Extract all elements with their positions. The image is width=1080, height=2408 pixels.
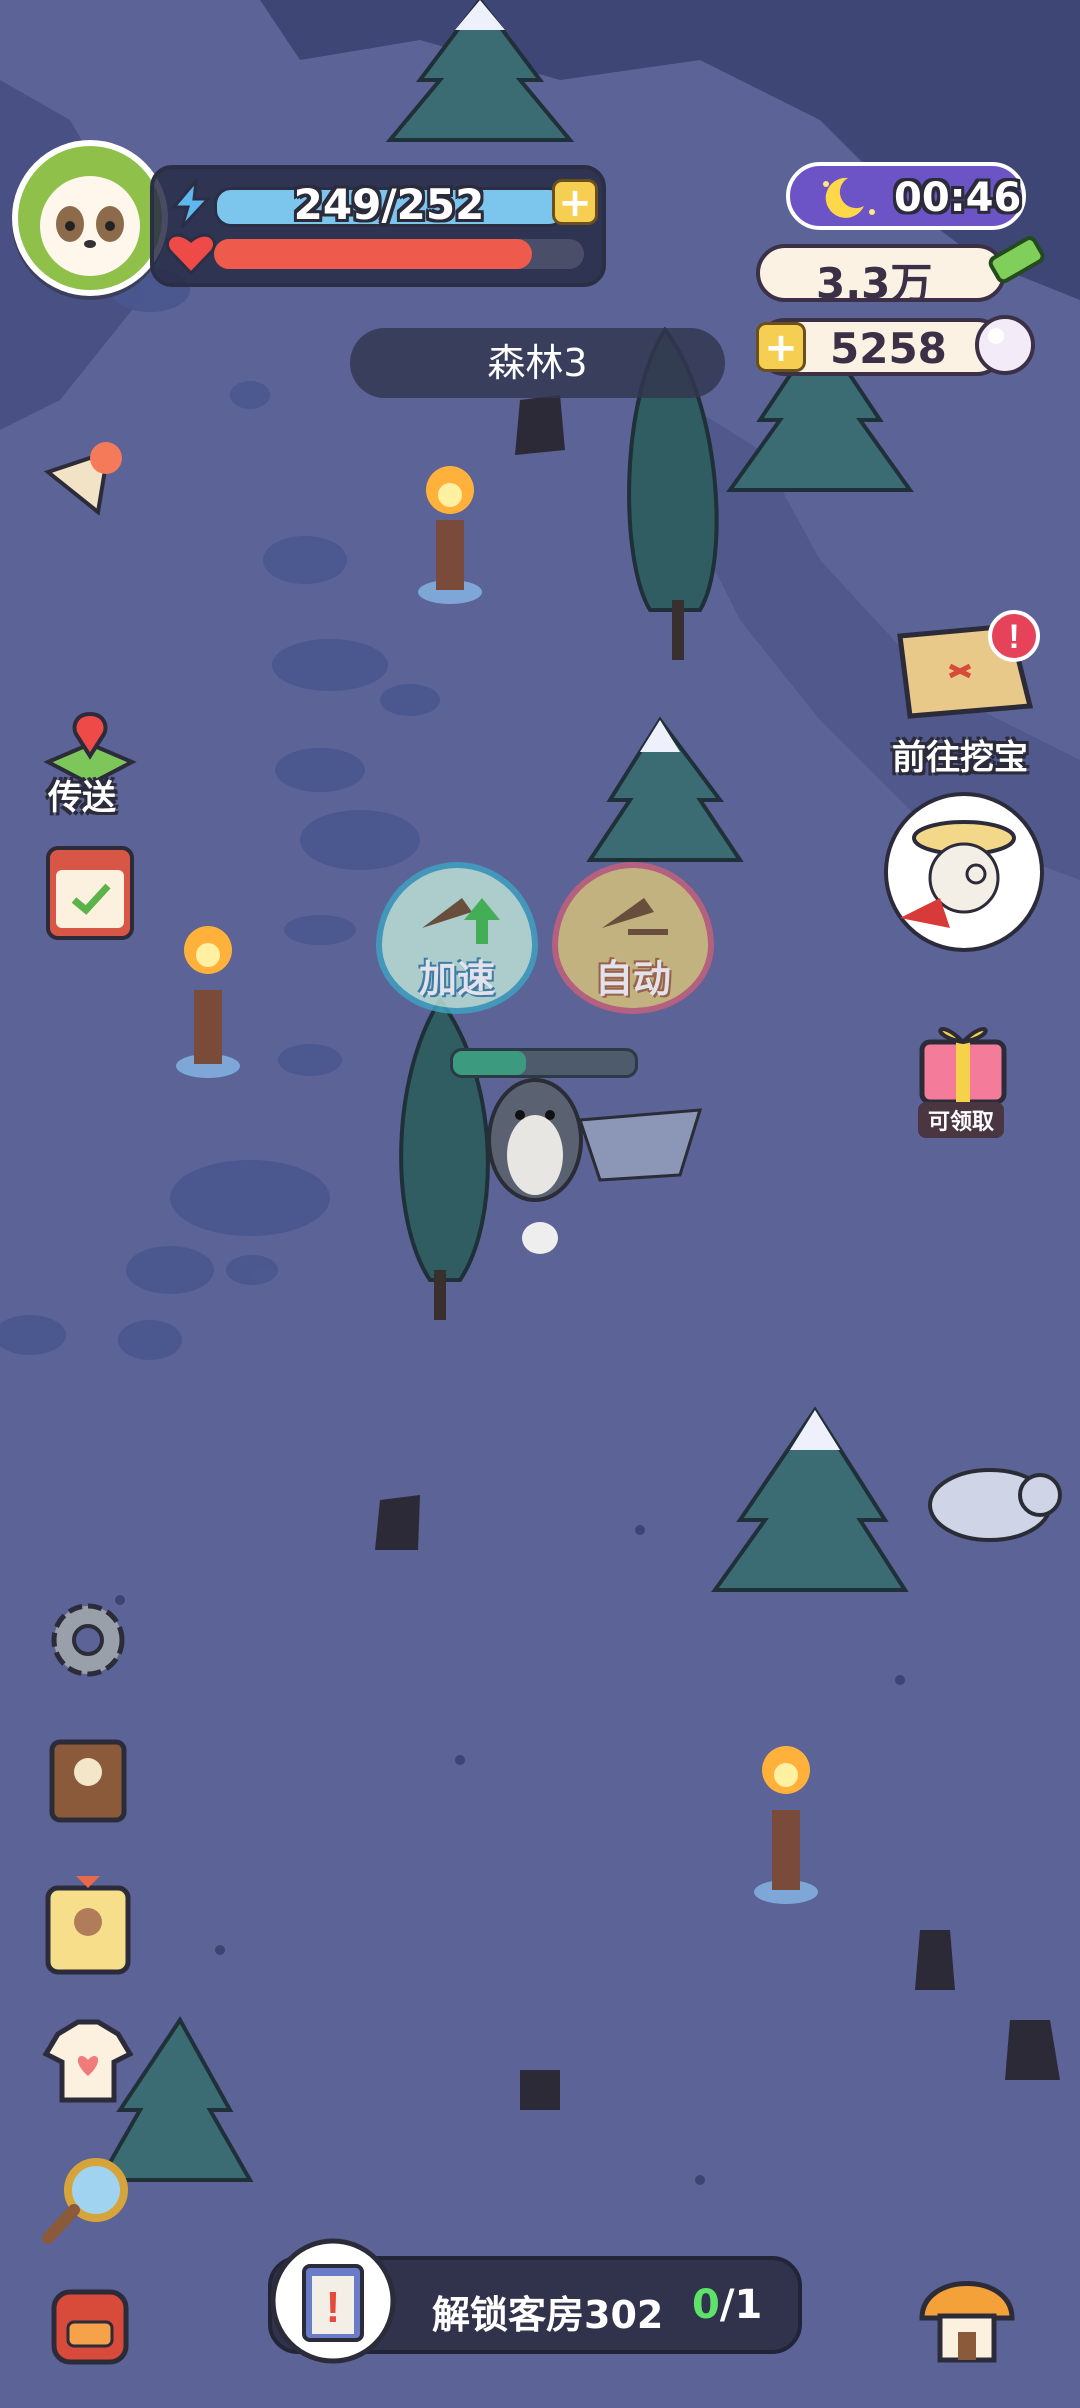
health-bar bbox=[214, 239, 584, 269]
clipboard-alert-icon[interactable]: ! bbox=[268, 2236, 398, 2366]
auto-label: 自动 bbox=[594, 957, 671, 1001]
bunny bbox=[522, 1222, 558, 1254]
teleport-label[interactable]: 传送 bbox=[48, 770, 116, 819]
gift-box-icon[interactable] bbox=[908, 1006, 1018, 1106]
axe-up-icon bbox=[422, 898, 500, 944]
task-done: 0 bbox=[692, 2282, 720, 2328]
currency-secondary-value: 5258 bbox=[830, 324, 947, 373]
merchant-npc-icon[interactable] bbox=[880, 788, 1060, 958]
magnifier-icon[interactable] bbox=[38, 2148, 138, 2248]
task-total: /1 bbox=[719, 2282, 763, 2328]
treasure-label[interactable]: 前往挖宝 bbox=[892, 730, 1028, 779]
ice-cream-icon[interactable] bbox=[38, 432, 134, 522]
health-bar-fill bbox=[214, 239, 533, 269]
task-progress: 0/1 bbox=[692, 2282, 762, 2328]
work-progress-fill bbox=[453, 1051, 526, 1075]
fallen-log bbox=[577, 1108, 703, 1182]
shirt-icon[interactable] bbox=[38, 2010, 138, 2110]
bamboo-icon bbox=[988, 236, 1045, 284]
moon-stars-icon bbox=[823, 177, 875, 218]
task-label: 解锁客房302 bbox=[432, 2293, 664, 2337]
status-panel: 249/252 + bbox=[150, 165, 606, 287]
add-energy-button[interactable]: + bbox=[552, 179, 598, 225]
heart-icon bbox=[166, 233, 216, 275]
gift-label[interactable]: 可领取 bbox=[918, 1102, 1005, 1138]
currency-primary-value: 3.3万 bbox=[816, 259, 933, 308]
lightning-icon bbox=[170, 179, 212, 229]
speed-up-label: 加速 bbox=[418, 957, 495, 1001]
energy-value: 249/252 bbox=[293, 180, 485, 229]
skull-tag-icon[interactable] bbox=[36, 1868, 140, 1978]
backpack-icon[interactable] bbox=[38, 2270, 142, 2370]
work-progress-bar bbox=[450, 1048, 638, 1078]
timer-value: 00:46 bbox=[894, 175, 1022, 221]
calendar-book-icon[interactable] bbox=[38, 838, 142, 948]
currency-primary[interactable]: 3.3万 bbox=[756, 244, 1006, 308]
pearl-icon bbox=[975, 315, 1035, 375]
location-banner: 森林3 bbox=[350, 328, 725, 398]
add-pearl-button[interactable]: + bbox=[756, 322, 806, 372]
player-avatar[interactable] bbox=[12, 140, 168, 296]
gear-icon[interactable] bbox=[38, 1590, 138, 1690]
recipe-book-icon[interactable] bbox=[38, 1730, 138, 1830]
panda-icon bbox=[40, 176, 140, 276]
treasure-map-icon[interactable]: ! bbox=[890, 606, 1050, 726]
svg-text:!: ! bbox=[1008, 618, 1019, 656]
mushroom-house-icon[interactable] bbox=[912, 2262, 1022, 2372]
axe-auto-icon bbox=[602, 898, 668, 935]
svg-text:!: ! bbox=[326, 2283, 341, 2332]
penguin-character[interactable] bbox=[487, 1078, 583, 1202]
